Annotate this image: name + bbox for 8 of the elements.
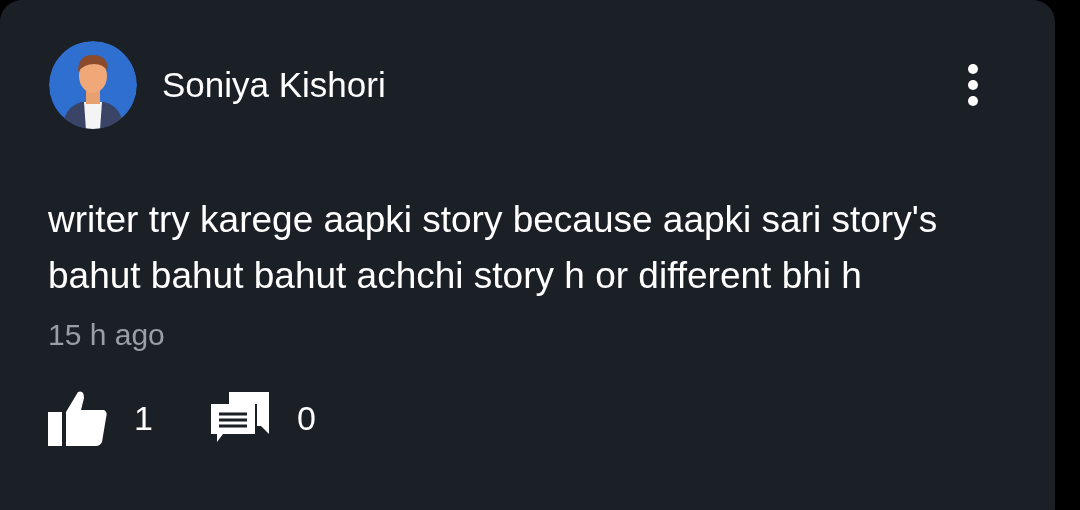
avatar-icon[interactable] <box>48 40 138 130</box>
author-name[interactable]: Soniya Kishori <box>162 65 967 105</box>
timestamp: 15 h ago <box>48 318 166 352</box>
reply-count: 0 <box>296 398 316 438</box>
like-count: 1 <box>134 398 153 438</box>
thumbs-up-icon[interactable] <box>48 390 108 446</box>
more-options-icon[interactable] <box>967 63 979 107</box>
comment-text: writer try karege aapki story because aapki sari story's bahut bahut bahut achchi story h or different bhi h <box>48 198 939 298</box>
